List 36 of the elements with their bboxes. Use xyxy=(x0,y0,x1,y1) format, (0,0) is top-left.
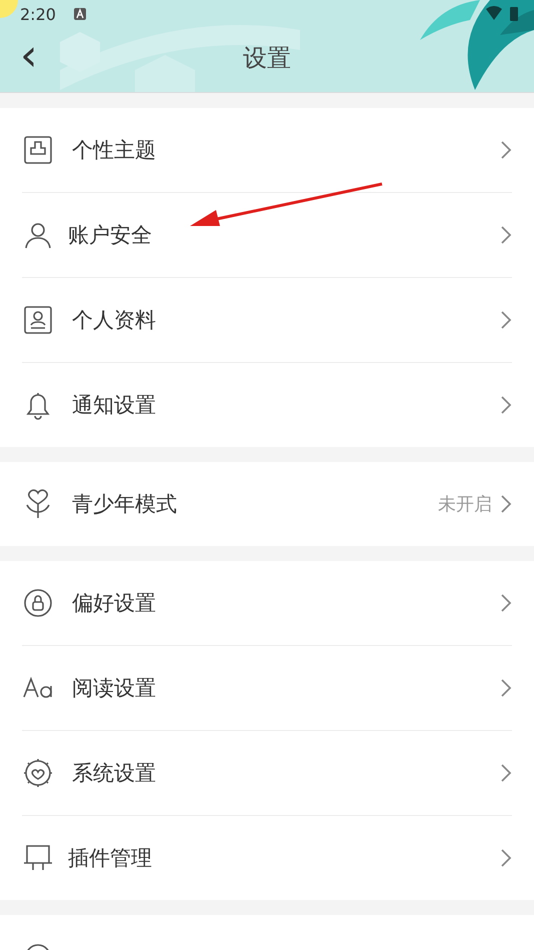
chevron-icon xyxy=(500,140,512,160)
settings-item[interactable]: 插件管理 xyxy=(22,815,512,900)
heart-gear-icon xyxy=(22,757,54,789)
settings-item[interactable]: 通知设置 xyxy=(22,362,512,447)
chevron-icon xyxy=(500,763,512,783)
profile-card-icon xyxy=(22,304,54,336)
back-button[interactable]: ‹ xyxy=(14,36,44,76)
settings-item[interactable]: 阅读设置 xyxy=(22,645,512,730)
settings-item[interactable]: 个性主题 xyxy=(22,108,512,192)
item-label: 插件管理 xyxy=(68,845,153,872)
page-title: 设置 xyxy=(243,43,291,74)
settings-item[interactable]: 个人资料 xyxy=(22,277,512,362)
item-label: 偏好设置 xyxy=(72,590,157,617)
item-label: 系统设置 xyxy=(72,760,157,787)
chevron-icon xyxy=(500,225,512,245)
chevron-icon xyxy=(500,494,512,514)
chevron-icon xyxy=(500,848,512,868)
brush-icon xyxy=(22,134,54,166)
chevron-icon xyxy=(500,310,512,330)
settings-item[interactable]: 系统设置 xyxy=(22,730,512,815)
item-value: 未开启 xyxy=(438,493,492,516)
item-label: 个人资料 xyxy=(72,307,157,334)
chevron-icon xyxy=(500,678,512,698)
signal-battery-icon xyxy=(486,6,520,22)
notification-icon xyxy=(74,8,86,20)
lock-icon xyxy=(22,587,54,619)
item-label: 通知设置 xyxy=(72,392,157,419)
item-label: 阅读设置 xyxy=(72,675,157,702)
item-label: 个性主题 xyxy=(72,137,157,164)
item-label: 账户安全 xyxy=(68,222,153,249)
settings-item[interactable]: 偏好设置 xyxy=(22,561,512,645)
settings-item[interactable]: 青少年模式 未开启 xyxy=(22,462,512,546)
status-time: 2:20 xyxy=(20,4,56,24)
item-label: 青少年模式 xyxy=(72,491,178,518)
chevron-icon xyxy=(500,395,512,415)
chevron-icon xyxy=(500,593,512,613)
